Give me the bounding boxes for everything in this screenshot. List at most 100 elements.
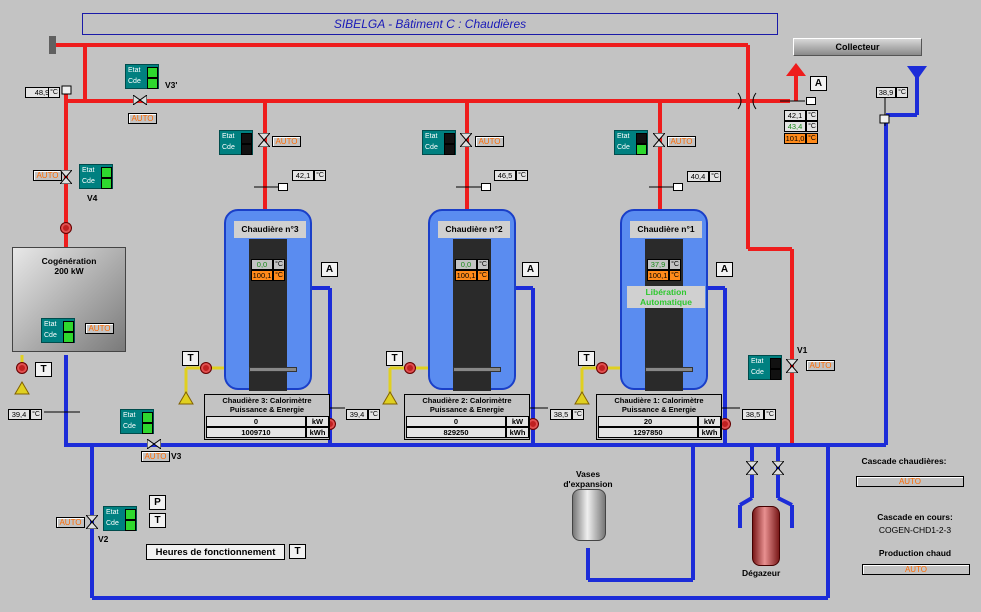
boiler3-return-temp-unit: °C [368,409,380,420]
boiler1-t-button[interactable]: T [578,351,595,366]
vases-label: Vases d'expansion [563,469,613,489]
boiler3-a-button[interactable]: A [321,262,338,277]
cogen-t-button[interactable]: T [35,362,52,377]
valve-v2-label: V2 [98,534,109,544]
boiler1-label: Chaudière n°1 [630,221,702,238]
etat-label: Etat [82,167,95,174]
boiler3-pump-icon[interactable] [200,362,212,374]
boiler3-temp2: 100,1 [251,270,273,281]
cogen-auto-button[interactable]: AUTO [85,323,114,334]
boiler2-pump-icon[interactable] [404,362,416,374]
cogen-status-panel[interactable]: Etat Cde [41,318,75,343]
boiler1-valve-status-panel[interactable]: Etat Cde [614,130,648,155]
boiler1-a-button[interactable]: A [716,262,733,277]
valve-v4-icon[interactable] [60,170,72,184]
production-auto-field[interactable]: AUTO [862,564,970,575]
valve-v1-icon[interactable] [786,359,798,373]
p-button[interactable]: P [149,495,166,510]
boiler1-liberation-status: Libération Automatique [627,286,705,308]
valve-v3p-icon[interactable] [133,95,147,105]
cde-indicator [770,369,781,380]
valve-v4-label: V4 [87,193,98,203]
v3-status-panel[interactable]: Etat Cde [120,409,154,434]
boiler3-auto-button[interactable]: AUTO [272,136,301,147]
boiler3-meter-sub: Puissance & Energie [229,405,305,414]
collecteur-button[interactable]: Collecteur [793,38,922,56]
collector-temp-2: 43,4 [784,121,806,132]
boiler2-valve-icon[interactable] [460,133,472,147]
boiler1-pump-icon[interactable] [596,362,608,374]
cde-label: Cde [425,144,438,151]
degazeur-valve-left-icon[interactable] [746,461,758,475]
valve-v2-icon[interactable] [86,515,98,529]
heures-t-button[interactable]: T [289,544,306,559]
valve-v1-label: V1 [797,345,808,355]
boiler2-meter-header: Chaudière 2: Calorimètre Puissance & Ener… [405,395,529,414]
cogen-return-temp: 39,4 [8,409,30,420]
valve-v3-label: V3 [171,451,182,461]
cogeneration-unit[interactable]: Cogénération 200 kW Etat Cde AUTO [12,247,126,352]
v2-auto-button[interactable]: AUTO [56,517,85,528]
boiler2-meter-title: Chaudière 2: Calorimètre [422,396,512,405]
etat-indicator [63,321,74,332]
boiler2-t-button[interactable]: T [386,351,403,366]
etat-label: Etat [222,133,235,140]
boiler2-return-temp: 38,5 [550,409,572,420]
v4-status-panel[interactable]: Etat Cde [79,164,113,189]
boiler3-burner-icon [249,367,297,372]
heures-fonctionnement-button[interactable]: Heures de fonctionnement [146,544,285,560]
boiler1-valve-icon[interactable] [653,133,665,147]
boiler3-meter-title: Chaudière 3: Calorimètre [222,396,312,405]
boiler2-a-button[interactable]: A [522,262,539,277]
boiler2-power-unit: kW [506,416,529,427]
v1-auto-button[interactable]: AUTO [806,360,835,371]
boiler1-supply-sensor-icon [673,183,683,191]
boiler2-energy-unit: kWh [506,427,529,438]
collector-temp-3-unit: °C [806,133,818,144]
boiler1[interactable]: Chaudière n°1 37,9 °C 100,1 °C Libératio… [620,209,708,391]
v3-auto-button[interactable]: AUTO [141,451,170,462]
etat-indicator [101,167,112,178]
etat-label: Etat [751,358,764,365]
boiler3-meter-header: Chaudière 3: Calorimètre Puissance & Ener… [205,395,329,414]
v3p-status-panel[interactable]: Etat Cde [125,64,159,89]
v1-status-panel[interactable]: Etat Cde [748,355,782,380]
t-button[interactable]: T [149,513,166,528]
boiler2-auto-button[interactable]: AUTO [475,136,504,147]
degazeur-valve-right-icon[interactable] [772,461,784,475]
v3p-auto-button[interactable]: AUTO [128,113,157,124]
boiler1-energy-unit: kWh [698,427,721,438]
boiler2[interactable]: Chaudière n°2 0,0 °C 100,1 °C [428,209,516,391]
cogen-return-temp-unit: °C [30,409,42,420]
boiler3-energy-unit: kWh [306,427,329,438]
cogen-name: Cogénération [41,256,97,266]
collector-sensor-icon [806,97,816,105]
v2-status-panel[interactable]: Etat Cde [103,506,137,531]
boiler3-valve-icon[interactable] [258,133,270,147]
boiler1-power: 20 [598,416,698,427]
degazeur-icon[interactable] [752,506,780,566]
boiler2-return-temp-unit: °C [572,409,584,420]
etat-indicator [636,133,647,144]
boiler1-auto-button[interactable]: AUTO [667,136,696,147]
cde-label: Cde [123,423,136,430]
collector-temp-1-unit: °C [806,110,818,121]
boiler2-supply-temp-unit: °C [516,170,528,181]
valve-v3-icon[interactable] [147,439,161,449]
degazeur-label: Dégazeur [742,568,781,578]
boiler2-temp1: 0,0 [455,259,477,270]
collecteur-auto-button[interactable]: A [810,76,827,91]
cogen-return-pump-icon[interactable] [16,362,28,374]
v4-auto-button[interactable]: AUTO [33,170,62,181]
boiler3-valve-status-panel[interactable]: Etat Cde [219,130,253,155]
cogen-pump-icon[interactable] [60,222,72,234]
boiler2-label: Chaudière n°2 [438,221,510,238]
etat-label: Etat [44,321,57,328]
boiler2-valve-status-panel[interactable]: Etat Cde [422,130,456,155]
cde-label: Cde [128,78,141,85]
boiler3-supply-temp-unit: °C [314,170,326,181]
cascade-auto-field[interactable]: AUTO [856,476,964,487]
boiler3[interactable]: Chaudière n°3 0,0 °C 100,1 °C [224,209,312,391]
boiler3-t-button[interactable]: T [182,351,199,366]
cde-indicator [444,144,455,155]
